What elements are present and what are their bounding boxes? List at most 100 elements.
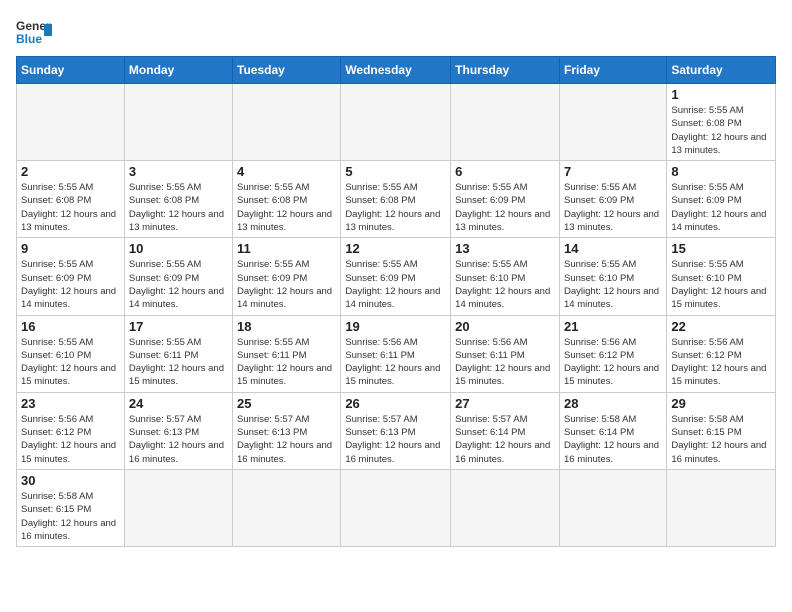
col-header-thursday: Thursday [451, 57, 560, 84]
day-number: 6 [455, 164, 555, 179]
col-header-monday: Monday [124, 57, 232, 84]
calendar-cell: 23 Sunrise: 5:56 AM Sunset: 6:12 PM Dayli… [17, 392, 125, 469]
calendar-cell: 10Sunrise: 5:55 AM Sunset: 6:09 PM Dayli… [124, 238, 232, 315]
page-header: General Blue [16, 16, 776, 46]
calendar-cell [341, 469, 451, 546]
day-info: Sunrise: 5:56 AM Sunset: 6:11 PM Dayligh… [345, 336, 446, 389]
day-number: 29 [671, 396, 771, 411]
day-number: 23 [21, 396, 120, 411]
day-number: 5 [345, 164, 446, 179]
day-info: Sunrise: 5:55 AM Sunset: 6:10 PM Dayligh… [564, 258, 662, 311]
day-number: 30 [21, 473, 120, 488]
calendar-cell: 4 Sunrise: 5:55 AM Sunset: 6:08 PM Daylig… [233, 161, 341, 238]
day-number: 16 [21, 319, 120, 334]
calendar-cell [233, 469, 341, 546]
calendar-cell: 21 Sunrise: 5:56 AM Sunset: 6:12 PM Dayli… [559, 315, 666, 392]
day-number: 14 [564, 241, 662, 256]
calendar-table: SundayMondayTuesdayWednesdayThursdayFrid… [16, 56, 776, 547]
calendar-cell: 15 Sunrise: 5:55 AM Sunset: 6:10 PM Dayli… [667, 238, 776, 315]
day-info: Sunrise: 5:55 AM Sunset: 6:09 PM Dayligh… [671, 181, 771, 234]
day-number: 15 [671, 241, 771, 256]
day-number: 20 [455, 319, 555, 334]
calendar-cell: 9 Sunrise: 5:55 AM Sunset: 6:09 PM Daylig… [17, 238, 125, 315]
day-number: 21 [564, 319, 662, 334]
day-info: Sunrise: 5:58 AM Sunset: 6:15 PM Dayligh… [671, 413, 771, 466]
calendar-cell [451, 84, 560, 161]
day-info: Sunrise: 5:55 AM Sunset: 6:10 PM Dayligh… [671, 258, 771, 311]
calendar-cell: 1 Sunrise: 5:55 AM Sunset: 6:08 PM Daylig… [667, 84, 776, 161]
day-number: 8 [671, 164, 771, 179]
calendar-cell: 28 Sunrise: 5:58 AM Sunset: 6:14 PM Dayli… [559, 392, 666, 469]
day-number: 28 [564, 396, 662, 411]
day-number: 7 [564, 164, 662, 179]
calendar-cell: 29 Sunrise: 5:58 AM Sunset: 6:15 PM Dayli… [667, 392, 776, 469]
day-info: Sunrise: 5:55 AM Sunset: 6:11 PM Dayligh… [237, 336, 336, 389]
day-info: Sunrise: 5:56 AM Sunset: 6:11 PM Dayligh… [455, 336, 555, 389]
day-number: 1 [671, 87, 771, 102]
calendar-cell: 14 Sunrise: 5:55 AM Sunset: 6:10 PM Dayli… [559, 238, 666, 315]
calendar-cell [667, 469, 776, 546]
day-info: Sunrise: 5:57 AM Sunset: 6:13 PM Dayligh… [237, 413, 336, 466]
calendar-cell: 8 Sunrise: 5:55 AM Sunset: 6:09 PM Daylig… [667, 161, 776, 238]
day-info: Sunrise: 5:55 AM Sunset: 6:09 PM Dayligh… [21, 258, 120, 311]
day-info: Sunrise: 5:55 AM Sunset: 6:11 PM Dayligh… [129, 336, 228, 389]
col-header-tuesday: Tuesday [233, 57, 341, 84]
calendar-cell: 17 Sunrise: 5:55 AM Sunset: 6:11 PM Dayli… [124, 315, 232, 392]
day-info: Sunrise: 5:55 AM Sunset: 6:09 PM Dayligh… [564, 181, 662, 234]
day-info: Sunrise: 5:56 AM Sunset: 6:12 PM Dayligh… [21, 413, 120, 466]
day-number: 26 [345, 396, 446, 411]
calendar-cell [124, 84, 232, 161]
day-number: 13 [455, 241, 555, 256]
day-number: 4 [237, 164, 336, 179]
calendar-cell [17, 84, 125, 161]
day-info: Sunrise: 5:58 AM Sunset: 6:14 PM Dayligh… [564, 413, 662, 466]
day-number: 2 [21, 164, 120, 179]
calendar-cell [233, 84, 341, 161]
day-info: Sunrise: 5:55 AM Sunset: 6:08 PM Dayligh… [237, 181, 336, 234]
calendar-cell [559, 84, 666, 161]
calendar-cell: 30 Sunrise: 5:58 AM Sunset: 6:15 PM Dayli… [17, 469, 125, 546]
day-number: 22 [671, 319, 771, 334]
day-info: Sunrise: 5:58 AM Sunset: 6:15 PM Dayligh… [21, 490, 120, 543]
calendar-cell: 25Sunrise: 5:57 AM Sunset: 6:13 PM Dayli… [233, 392, 341, 469]
calendar-cell: 16Sunrise: 5:55 AM Sunset: 6:10 PM Dayli… [17, 315, 125, 392]
day-number: 3 [129, 164, 228, 179]
calendar-cell: 20 Sunrise: 5:56 AM Sunset: 6:11 PM Dayli… [451, 315, 560, 392]
calendar-cell [124, 469, 232, 546]
calendar-cell: 26 Sunrise: 5:57 AM Sunset: 6:13 PM Dayli… [341, 392, 451, 469]
day-info: Sunrise: 5:57 AM Sunset: 6:13 PM Dayligh… [129, 413, 228, 466]
day-info: Sunrise: 5:55 AM Sunset: 6:08 PM Dayligh… [345, 181, 446, 234]
day-number: 24 [129, 396, 228, 411]
calendar-cell [451, 469, 560, 546]
day-info: Sunrise: 5:56 AM Sunset: 6:12 PM Dayligh… [564, 336, 662, 389]
calendar-cell: 19 Sunrise: 5:56 AM Sunset: 6:11 PM Dayli… [341, 315, 451, 392]
day-info: Sunrise: 5:57 AM Sunset: 6:14 PM Dayligh… [455, 413, 555, 466]
calendar-cell: 6Sunrise: 5:55 AM Sunset: 6:09 PM Daylig… [451, 161, 560, 238]
day-info: Sunrise: 5:55 AM Sunset: 6:09 PM Dayligh… [345, 258, 446, 311]
col-header-saturday: Saturday [667, 57, 776, 84]
day-info: Sunrise: 5:56 AM Sunset: 6:12 PM Dayligh… [671, 336, 771, 389]
day-number: 10 [129, 241, 228, 256]
logo: General Blue [16, 16, 56, 46]
day-info: Sunrise: 5:55 AM Sunset: 6:10 PM Dayligh… [455, 258, 555, 311]
calendar-cell: 22 Sunrise: 5:56 AM Sunset: 6:12 PM Dayli… [667, 315, 776, 392]
day-number: 18 [237, 319, 336, 334]
day-info: Sunrise: 5:55 AM Sunset: 6:09 PM Dayligh… [237, 258, 336, 311]
day-info: Sunrise: 5:55 AM Sunset: 6:08 PM Dayligh… [129, 181, 228, 234]
day-number: 19 [345, 319, 446, 334]
day-number: 9 [21, 241, 120, 256]
day-number: 11 [237, 241, 336, 256]
calendar-cell: 12 Sunrise: 5:55 AM Sunset: 6:09 PM Dayli… [341, 238, 451, 315]
calendar-cell [559, 469, 666, 546]
day-number: 12 [345, 241, 446, 256]
day-info: Sunrise: 5:57 AM Sunset: 6:13 PM Dayligh… [345, 413, 446, 466]
day-number: 17 [129, 319, 228, 334]
svg-text:Blue: Blue [16, 32, 42, 46]
day-number: 27 [455, 396, 555, 411]
day-info: Sunrise: 5:55 AM Sunset: 6:08 PM Dayligh… [21, 181, 120, 234]
col-header-wednesday: Wednesday [341, 57, 451, 84]
logo-icon: General Blue [16, 16, 52, 46]
calendar-cell: 11 Sunrise: 5:55 AM Sunset: 6:09 PM Dayli… [233, 238, 341, 315]
calendar-cell: 7 Sunrise: 5:55 AM Sunset: 6:09 PM Daylig… [559, 161, 666, 238]
day-info: Sunrise: 5:55 AM Sunset: 6:08 PM Dayligh… [671, 104, 771, 157]
